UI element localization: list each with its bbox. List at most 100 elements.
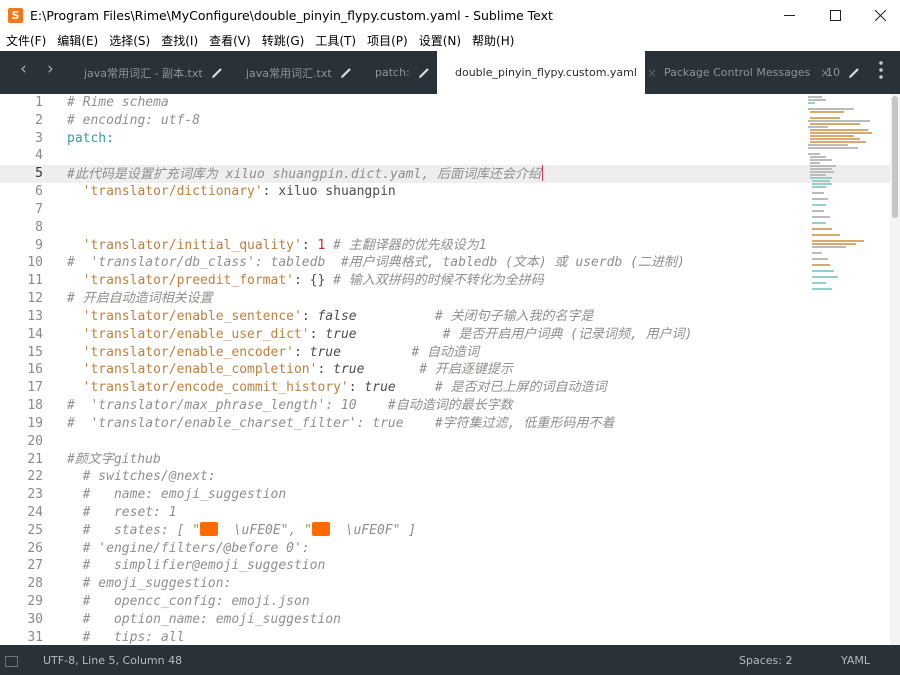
yaml-bool: false xyxy=(317,309,357,324)
minimap-line xyxy=(812,183,832,185)
tab-next-icon[interactable]: › xyxy=(47,59,54,79)
menu-selection[interactable]: 选择(S) xyxy=(103,31,155,51)
editor-area[interactable]: 1 2 3 4 5 6 7 8 9 10 11 12 13 14 15 16 1… xyxy=(0,94,900,645)
menu-view[interactable]: 查看(V) xyxy=(203,31,256,51)
tab-patch[interactable]: patch: xyxy=(375,51,430,94)
comment-text: # 开启逐键提示 xyxy=(364,362,513,377)
line-number: 14 xyxy=(27,327,43,342)
status-syntax[interactable]: YAML xyxy=(841,654,870,667)
tab-10[interactable]: 10 xyxy=(826,51,860,94)
menu-project[interactable]: 项目(P) xyxy=(361,31,413,51)
minimap-line xyxy=(810,159,832,161)
line-number: 25 xyxy=(27,523,43,538)
tab-double-pinyin-flypy[interactable]: double_pinyin_flypy.custom.yaml × xyxy=(437,51,657,94)
maximize-button[interactable] xyxy=(812,0,858,31)
yaml-bool: true xyxy=(333,362,365,377)
minimap-line xyxy=(808,144,848,146)
yaml-colon: : xyxy=(301,309,318,324)
tab-label: Package Control Messages xyxy=(664,66,811,79)
minimize-icon xyxy=(783,15,795,16)
pencil-icon xyxy=(418,67,430,79)
tab-label: java常用词汇.txt xyxy=(246,66,332,80)
line-number: 26 xyxy=(27,541,43,556)
code-line: # states: [ " \uFE0E", " \uFE0F" ] xyxy=(67,522,416,540)
minimize-button[interactable] xyxy=(766,0,812,31)
code-line: #颜文字github xyxy=(67,452,161,467)
menu-bar: 文件(F) 编辑(E) 选择(S) 查找(I) 查看(V) 转跳(G) 工具(T… xyxy=(0,31,900,51)
minimap-line xyxy=(812,282,826,284)
code-line: # emoji_suggestion: xyxy=(67,576,232,591)
pencil-icon xyxy=(340,67,352,79)
maximize-icon xyxy=(829,10,841,21)
panel-toggle-icon[interactable] xyxy=(5,656,18,667)
scrollbar-thumb[interactable] xyxy=(892,96,898,218)
code-line: # Rime schema xyxy=(67,95,169,110)
line-number: 29 xyxy=(27,594,43,609)
minimap-line xyxy=(812,228,832,230)
comment-text: # states: [ " xyxy=(67,523,201,538)
text-cursor xyxy=(541,165,543,181)
tab-package-control-messages[interactable]: Package Control Messages × xyxy=(664,51,830,94)
close-button[interactable] xyxy=(857,0,900,31)
comment-text: # 是否开启用户词典 (记录词频, 用户词) xyxy=(356,327,693,342)
menu-help[interactable]: 帮助(H) xyxy=(466,31,519,51)
yaml-key: 'translator/encode_commit_history' xyxy=(82,380,349,395)
minimap-line xyxy=(810,135,854,137)
line-number: 11 xyxy=(27,273,43,288)
code-line: # reset: 1 xyxy=(67,505,177,520)
comment-text: # 是否对已上屏的词自动造词 xyxy=(395,380,607,395)
menu-file[interactable]: 文件(F) xyxy=(0,31,51,51)
tab-label: java常用词汇 - 副本.txt xyxy=(84,66,203,80)
minimap-line xyxy=(812,243,856,245)
tab-java[interactable]: java常用词汇.txt xyxy=(246,51,352,94)
sublime-text-icon: S xyxy=(8,8,23,23)
tab-java-copy[interactable]: java常用词汇 - 副本.txt xyxy=(84,51,223,94)
comment-text: # 自动造词 xyxy=(340,345,480,360)
vertical-scrollbar[interactable] xyxy=(890,94,900,645)
yaml-bool: true xyxy=(364,380,396,395)
more-vertical-icon[interactable] xyxy=(876,59,886,81)
minimap-line xyxy=(810,168,832,170)
pencil-icon xyxy=(848,67,860,79)
line-number: 28 xyxy=(27,576,43,591)
line-number: 20 xyxy=(27,434,43,449)
minimap-line xyxy=(808,99,826,101)
status-cursor-position: UTF-8, Line 5, Column 48 xyxy=(43,654,183,667)
yaml-key: 'translator/initial_quality' xyxy=(82,238,302,253)
minimap-line xyxy=(810,177,832,179)
minimap-line xyxy=(812,258,828,260)
minimap-line xyxy=(812,222,826,224)
minimap-line xyxy=(812,252,822,254)
code-line: # name: emoji_suggestion xyxy=(67,487,287,502)
menu-find[interactable]: 查找(I) xyxy=(155,31,203,51)
yaml-key: 'translator/enable_completion' xyxy=(82,362,318,377)
minimap-line xyxy=(812,240,864,242)
minimap[interactable] xyxy=(806,94,884,294)
code-line: #此代码是设置扩充词库为 xiluo shuangpin.dict.yaml, … xyxy=(67,165,543,183)
menu-edit[interactable]: 编辑(E) xyxy=(51,31,103,51)
yaml-bool: true xyxy=(325,327,357,342)
code-line: 'translator/enable_sentence': false # 关闭… xyxy=(67,308,594,326)
yaml-key: 'translator/dictionary' xyxy=(82,184,263,199)
minimap-line xyxy=(812,234,840,236)
menu-goto[interactable]: 转跳(G) xyxy=(256,31,310,51)
minimap-line xyxy=(812,198,828,200)
code-line: # tips: all xyxy=(67,630,185,645)
tab-close-icon[interactable]: × xyxy=(647,66,657,80)
close-icon xyxy=(874,10,886,21)
line-number: 8 xyxy=(35,220,43,235)
menu-preferences[interactable]: 设置(N) xyxy=(413,31,466,51)
line-number: 30 xyxy=(27,612,43,627)
code-line: # 'translator/db_class': tabledb #用户词典格式… xyxy=(67,255,685,270)
minimap-line xyxy=(810,129,868,131)
line-number: 4 xyxy=(35,148,43,163)
menu-tools[interactable]: 工具(T) xyxy=(309,31,361,51)
tab-prev-icon[interactable]: ‹ xyxy=(20,59,27,79)
minimap-line xyxy=(812,288,832,290)
line-number: 21 xyxy=(27,452,43,467)
status-indentation[interactable]: Spaces: 2 xyxy=(739,654,792,667)
minimap-line xyxy=(810,117,840,119)
line-number: 22 xyxy=(27,469,43,484)
title-bar: S E:\Program Files\Rime\MyConfigure\doub… xyxy=(0,0,900,31)
minimap-line xyxy=(810,132,872,134)
